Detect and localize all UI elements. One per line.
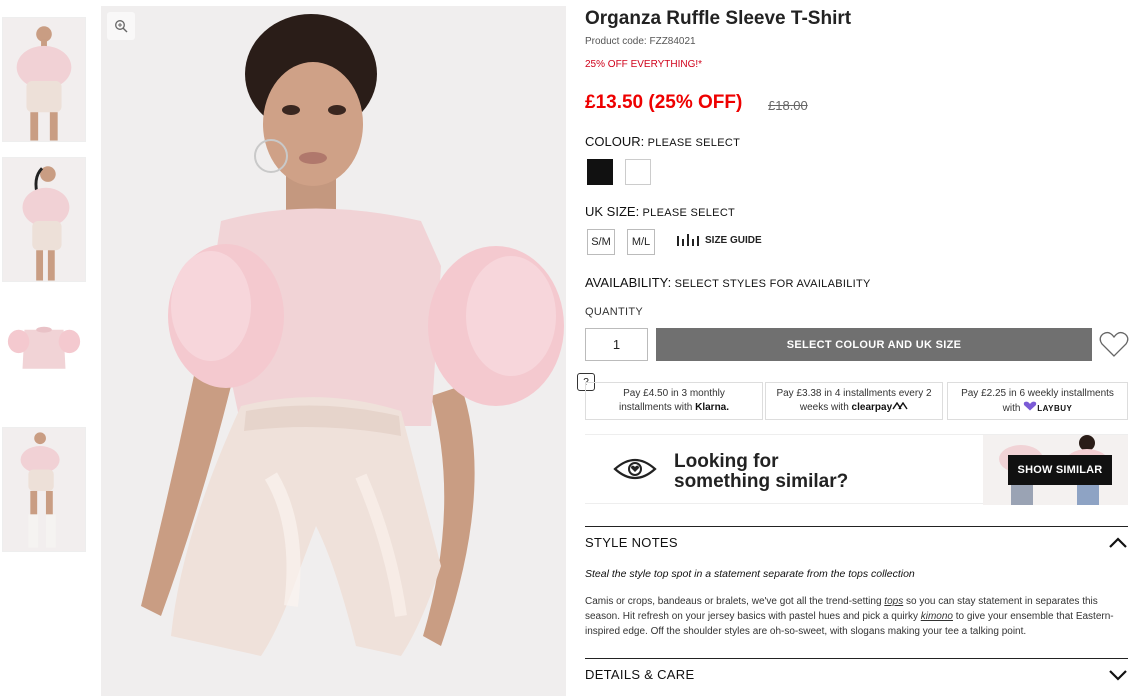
main-product-image[interactable] bbox=[101, 6, 566, 696]
product-code: Product code: FZZ84021 bbox=[585, 36, 696, 47]
description-part-1: Camis or crops, bandeaus or bralets, we'… bbox=[585, 596, 885, 607]
sale-price: £13.50 (25% OFF) bbox=[585, 92, 743, 113]
ruler-icon bbox=[677, 234, 699, 246]
style-notes-heading: STYLE NOTES bbox=[585, 535, 678, 550]
colour-selection: PLEASE SELECT bbox=[647, 137, 741, 149]
heart-icon bbox=[1099, 331, 1129, 357]
kimono-link[interactable]: kimono bbox=[921, 611, 953, 622]
clearpay-text-1: Pay bbox=[776, 388, 797, 399]
clearpay-logo: clearpay bbox=[851, 402, 893, 413]
size-label: UK SIZE: PLEASE SELECT bbox=[585, 204, 735, 219]
quantity-label: QUANTITY bbox=[585, 306, 644, 318]
colour-label: COLOUR: PLEASE SELECT bbox=[585, 134, 740, 149]
laybuy-text-2: in 6 weekly installments bbox=[1006, 388, 1114, 399]
colour-label-text: COLOUR: bbox=[585, 134, 645, 149]
thumbnail-side[interactable] bbox=[2, 157, 86, 282]
promo-banner[interactable]: 25% OFF EVERYTHING!* bbox=[585, 59, 702, 70]
wishlist-button[interactable] bbox=[1099, 330, 1129, 358]
quantity-input[interactable] bbox=[585, 328, 648, 361]
availability-label-text: AVAILABILITY: bbox=[585, 275, 672, 290]
size-label-text: UK SIZE: bbox=[585, 204, 640, 219]
klarna-text-1: Pay bbox=[623, 388, 644, 399]
klarna-text-3: installments with bbox=[618, 402, 696, 413]
laybuy-logo: LAYBUY bbox=[1037, 404, 1073, 413]
zoom-icon bbox=[115, 20, 128, 33]
availability-value: SELECT STYLES FOR AVAILABILITY bbox=[674, 278, 871, 290]
similar-text: Looking for something similar? bbox=[674, 452, 848, 492]
clearpay-option[interactable]: Pay £3.38 in 4 installments every 2 week… bbox=[765, 382, 943, 420]
show-similar-banner: Looking for something similar? SHOW SIMI… bbox=[585, 434, 1128, 505]
colour-swatch-white[interactable] bbox=[625, 159, 651, 185]
thumbnail-full-length[interactable] bbox=[2, 427, 86, 552]
laybuy-heart-icon bbox=[1023, 401, 1037, 411]
size-guide-link[interactable]: SIZE GUIDE bbox=[677, 234, 762, 246]
style-notes-lead: Steal the style top spot in a statement … bbox=[585, 568, 915, 580]
similar-line-1: Looking for bbox=[674, 451, 779, 472]
availability-label: AVAILABILITY: SELECT STYLES FOR AVAILABI… bbox=[585, 275, 871, 290]
klarna-option[interactable]: Pay £4.50 in 3 monthly installments with… bbox=[585, 382, 763, 420]
size-selection: PLEASE SELECT bbox=[642, 207, 736, 219]
klarna-logo: Klarna. bbox=[695, 402, 730, 413]
similar-line-2: something similar? bbox=[674, 471, 849, 492]
show-similar-button[interactable]: SHOW SIMILAR bbox=[1008, 455, 1112, 485]
original-price: £18.00 bbox=[768, 98, 808, 113]
add-to-bag-button[interactable]: SELECT COLOUR AND UK SIZE bbox=[656, 328, 1092, 361]
klarna-amount: £4.50 bbox=[643, 388, 669, 399]
style-notes-toggle[interactable]: STYLE NOTES bbox=[585, 526, 1128, 558]
klarna-text-2: in 3 monthly bbox=[668, 388, 725, 399]
details-care-heading: DETAILS & CARE bbox=[585, 667, 695, 682]
zoom-button[interactable] bbox=[107, 12, 135, 40]
tops-link[interactable]: tops bbox=[884, 596, 903, 607]
laybuy-text-3: with bbox=[1002, 403, 1024, 414]
colour-swatch-black[interactable] bbox=[587, 159, 613, 185]
chevron-up-icon bbox=[1109, 536, 1127, 548]
clearpay-text-3: weeks with bbox=[799, 402, 852, 413]
laybuy-text-1: Pay bbox=[961, 388, 982, 399]
eye-icon bbox=[613, 458, 657, 480]
clearpay-text-2: in 4 installments every 2 bbox=[821, 388, 932, 399]
model-photo bbox=[101, 6, 566, 696]
style-notes-description: Camis or crops, bandeaus or bralets, we'… bbox=[585, 594, 1130, 639]
product-title: Organza Ruffle Sleeve T-Shirt bbox=[585, 8, 852, 29]
size-option-sm[interactable]: S/M bbox=[587, 229, 615, 255]
clearpay-arrows-icon bbox=[892, 401, 908, 410]
laybuy-amount: £2.25 bbox=[981, 388, 1007, 399]
size-option-ml[interactable]: M/L bbox=[627, 229, 655, 255]
thumbnail-flat[interactable] bbox=[2, 297, 86, 422]
details-care-toggle[interactable]: DETAILS & CARE bbox=[585, 658, 1128, 690]
laybuy-option[interactable]: Pay £2.25 in 6 weekly installments with … bbox=[947, 382, 1128, 420]
thumbnail-front[interactable] bbox=[2, 17, 86, 142]
clearpay-amount: £3.38 bbox=[796, 388, 822, 399]
size-guide-label: SIZE GUIDE bbox=[705, 234, 762, 246]
chevron-down-icon bbox=[1109, 669, 1127, 681]
